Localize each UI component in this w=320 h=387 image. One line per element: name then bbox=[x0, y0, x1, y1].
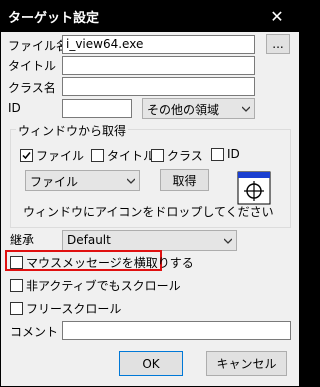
checkbox-box bbox=[211, 147, 224, 161]
cancel-button[interactable]: キャンセル bbox=[206, 351, 287, 376]
close-button[interactable]: ✕ bbox=[254, 0, 300, 32]
acquire-id-checkbox[interactable]: ID bbox=[211, 147, 240, 161]
acquire-title-label: タイトル bbox=[107, 149, 156, 163]
checkbox-box bbox=[151, 149, 164, 162]
chevron-down-icon bbox=[242, 106, 250, 112]
intercept-mouse-checkbox[interactable]: マウスメッセージを横取りする bbox=[10, 254, 194, 271]
title-bar: ターゲット設定 ✕ bbox=[0, 0, 300, 32]
comment-label: コメント bbox=[10, 325, 59, 339]
filename-label: ファイル名 bbox=[8, 39, 69, 53]
crosshair-target-icon[interactable] bbox=[237, 171, 271, 205]
filename-input[interactable]: i_view64.exe bbox=[62, 35, 255, 54]
acquire-source-select[interactable]: ファイル bbox=[25, 170, 140, 191]
id-label: ID bbox=[8, 101, 21, 115]
checkmark-icon bbox=[22, 152, 31, 160]
comment-input[interactable] bbox=[62, 321, 291, 340]
region-select[interactable]: その他の領域 bbox=[142, 98, 255, 119]
chevron-down-icon bbox=[224, 238, 232, 244]
acquire-source-value: ファイル bbox=[30, 175, 79, 189]
acquire-title-checkbox[interactable]: タイトル bbox=[91, 147, 155, 164]
window-title: ターゲット設定 bbox=[8, 11, 100, 26]
classname-label: クラス名 bbox=[8, 81, 56, 95]
inherit-select-value: Default bbox=[67, 233, 111, 247]
acquire-file-label: ファイル bbox=[36, 149, 85, 163]
checkbox-box bbox=[91, 149, 104, 162]
region-select-value: その他の領域 bbox=[147, 103, 220, 117]
inactive-scroll-checkbox[interactable]: 非アクティブでもスクロール bbox=[10, 277, 181, 294]
drop-hint-text: ウィンドウにアイコンをドロップしてください bbox=[23, 205, 274, 219]
browse-button[interactable]: ... bbox=[266, 34, 290, 54]
checkbox-box bbox=[20, 149, 33, 162]
checkbox-box bbox=[10, 279, 23, 292]
acquire-group-title: ウィンドウから取得 bbox=[16, 122, 129, 139]
dialog-body: ファイル名 i_view64.exe ... タイトル クラス名 ID その他の… bbox=[1, 32, 299, 386]
checkbox-box bbox=[10, 256, 23, 269]
inherit-select[interactable]: Default bbox=[62, 230, 237, 251]
ok-button[interactable]: OK bbox=[119, 351, 183, 376]
acquire-id-label: ID bbox=[227, 147, 240, 161]
checkbox-box bbox=[10, 302, 23, 315]
classname-input[interactable] bbox=[62, 77, 255, 96]
free-scroll-checkbox[interactable]: フリースクロール bbox=[10, 300, 121, 317]
acquire-class-label: クラス bbox=[167, 149, 203, 163]
title-input[interactable] bbox=[62, 56, 255, 75]
id-input[interactable] bbox=[62, 99, 132, 118]
inherit-label: 継承 bbox=[10, 233, 35, 247]
acquire-button[interactable]: 取得 bbox=[160, 169, 209, 191]
inactive-scroll-label: 非アクティブでもスクロール bbox=[26, 279, 181, 293]
acquire-file-checkbox[interactable]: ファイル bbox=[20, 147, 84, 164]
title-label: タイトル bbox=[8, 59, 57, 73]
acquire-class-checkbox[interactable]: クラス bbox=[151, 147, 203, 164]
free-scroll-label: フリースクロール bbox=[26, 302, 122, 316]
chevron-down-icon bbox=[127, 178, 135, 184]
intercept-mouse-label: マウスメッセージを横取りする bbox=[26, 256, 194, 270]
